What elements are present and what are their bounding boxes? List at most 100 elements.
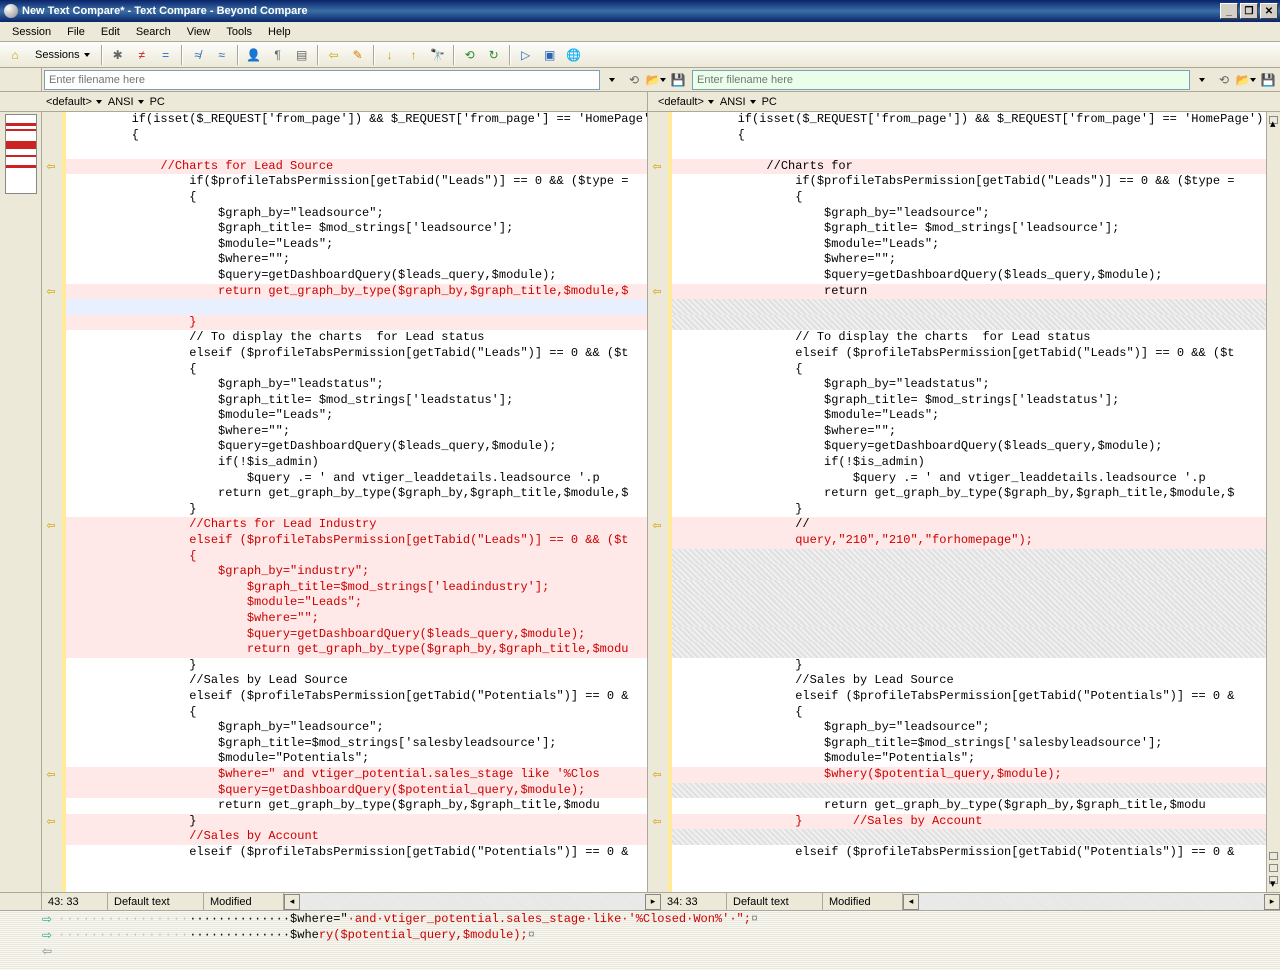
diff-arrow-icon (42, 829, 60, 845)
left-format-dropdown[interactable]: <default> (46, 96, 102, 108)
toolbar-separator (509, 45, 511, 65)
left-history-button[interactable]: ⟲ (624, 70, 644, 90)
right-save-button[interactable]: 💾 (1258, 70, 1278, 90)
right-format-dropdown[interactable]: <default> (658, 96, 714, 108)
toolbar-separator (237, 45, 239, 65)
left-encoding-dropdown[interactable]: ANSI (108, 96, 144, 108)
diff-arrow-icon (42, 611, 60, 627)
diff-arrow-icon (648, 611, 666, 627)
menu-edit[interactable]: Edit (93, 24, 128, 40)
menu-session[interactable]: Session (4, 24, 59, 40)
caret-icon (708, 100, 714, 104)
right-encoding-dropdown[interactable]: ANSI (720, 96, 756, 108)
format2-button[interactable]: ▤ (291, 44, 313, 66)
diff-arrow-icon (42, 658, 60, 674)
equal-icon: = (162, 49, 169, 61)
home-button[interactable]: ⌂ (4, 44, 26, 66)
approx-button[interactable]: ≈ (211, 44, 233, 66)
scroll-right-button[interactable]: ▸ (1264, 894, 1280, 910)
thumbnail-column[interactable] (0, 112, 42, 892)
diff-arrow-icon (42, 221, 60, 237)
menu-help[interactable]: Help (260, 24, 299, 40)
scroll-marker[interactable]: ▾ (1269, 876, 1278, 884)
diff-arrow-icon (42, 549, 60, 565)
menu-tools[interactable]: Tools (218, 24, 260, 40)
scroll-marker[interactable] (1269, 864, 1278, 872)
diff-arrow-icon (648, 206, 666, 222)
rules-button[interactable]: 👤 (243, 44, 265, 66)
diff-arrow-icon (42, 362, 60, 378)
next-section-down-button[interactable]: ↓ (379, 44, 401, 66)
menu-search[interactable]: Search (128, 24, 179, 40)
show-same-button[interactable]: = (155, 44, 177, 66)
maximize-button[interactable]: ❐ (1240, 3, 1258, 19)
left-eol-dropdown[interactable]: PC (150, 96, 165, 108)
right-code-view[interactable]: if(isset($_REQUEST['from_page']) && $_RE… (672, 112, 1266, 892)
diff-arrow-icon (648, 549, 666, 565)
right-eol-dropdown[interactable]: PC (762, 96, 777, 108)
inline-arrow-icon: ⇦ (42, 944, 58, 959)
binoculars-icon: 🔭 (430, 49, 445, 61)
caret-icon (84, 53, 90, 57)
left-save-button[interactable]: 💾 (668, 70, 688, 90)
status-bar: 43: 33 Default text Modified ◂ ▸ 34: 33 … (0, 892, 1280, 910)
right-arrow-gutter: ⇦⇦⇦⇦⇦ (648, 112, 668, 892)
diff-arrow-icon (648, 642, 666, 658)
menu-file[interactable]: File (59, 24, 93, 40)
right-history-button[interactable]: ⟲ (1214, 70, 1234, 90)
right-horizontal-scrollbar[interactable]: ◂ ▸ (903, 893, 1280, 910)
thumbnail-view[interactable] (5, 114, 37, 194)
pilcrow-icon: ¤ (528, 928, 535, 942)
edit-button[interactable]: ✎ (347, 44, 369, 66)
disk-icon: 💾 (1261, 74, 1276, 86)
diff-arrow-icon (42, 705, 60, 721)
format-bar: <default> ANSI PC <default> ANSI PC (0, 92, 1280, 112)
scroll-marker[interactable]: ▴ (1269, 116, 1278, 124)
minimize-button[interactable]: _ (1220, 3, 1238, 19)
copy-block-button[interactable]: ▣ (539, 44, 561, 66)
caret-icon (1250, 78, 1256, 82)
block-icon: ▣ (544, 49, 555, 61)
scroll-track[interactable] (919, 894, 1264, 910)
diff-arrow-icon (648, 502, 666, 518)
scroll-left-button[interactable]: ◂ (903, 894, 919, 910)
scroll-track[interactable] (300, 894, 645, 910)
sessions-dropdown[interactable]: Sessions (28, 44, 97, 66)
left-arrow-gutter: ⇦⇦⇦⇦⇦ (42, 112, 62, 892)
right-open-button[interactable]: 📂 (1236, 70, 1256, 90)
find-button[interactable]: 🔭 (427, 44, 449, 66)
left-horizontal-scrollbar[interactable]: ◂ ▸ (284, 893, 661, 910)
scroll-right-button[interactable]: ▸ (645, 894, 661, 910)
format-button[interactable]: ¶ (267, 44, 289, 66)
prev-diff-button[interactable]: ⇦ (323, 44, 345, 66)
scroll-marker[interactable] (1269, 852, 1278, 860)
minor-diff-button[interactable]: ≉ (187, 44, 209, 66)
right-path-dropdown[interactable] (1192, 70, 1212, 90)
reload-button[interactable]: ↻ (483, 44, 505, 66)
left-file-path-input[interactable] (44, 70, 600, 90)
swap-button[interactable]: ⟲ (459, 44, 481, 66)
menu-view[interactable]: View (179, 24, 219, 40)
diff-arrow-icon (42, 627, 60, 643)
diff-arrow-icon: ⇦ (42, 284, 60, 300)
right-file-path-input[interactable] (692, 70, 1190, 90)
diff-arrow-icon (42, 112, 60, 128)
left-open-button[interactable]: 📂 (646, 70, 666, 90)
pencil-icon: ✎ (353, 49, 363, 61)
diff-arrow-icon (648, 627, 666, 643)
show-all-button[interactable]: ✱ (107, 44, 129, 66)
close-button[interactable]: ✕ (1260, 3, 1278, 19)
web-button[interactable]: 🌐 (563, 44, 585, 66)
diff-arrow-icon (42, 393, 60, 409)
window-titlebar: New Text Compare* - Text Compare - Beyon… (0, 0, 1280, 22)
show-diff-button[interactable]: ≠ (131, 44, 153, 66)
copy-right-button[interactable]: ▷ (515, 44, 537, 66)
right-scroll-markers[interactable]: ▴ ▾ (1266, 112, 1280, 892)
left-code-view[interactable]: if(isset($_REQUEST['from_page']) && $_RE… (66, 112, 647, 892)
scroll-left-button[interactable]: ◂ (284, 894, 300, 910)
next-section-up-button[interactable]: ↑ (403, 44, 425, 66)
left-path-dropdown[interactable] (602, 70, 622, 90)
diff-arrow-icon (42, 237, 60, 253)
right-cursor-position: 34: 33 (661, 893, 727, 910)
left-format-label: <default> (46, 96, 92, 108)
